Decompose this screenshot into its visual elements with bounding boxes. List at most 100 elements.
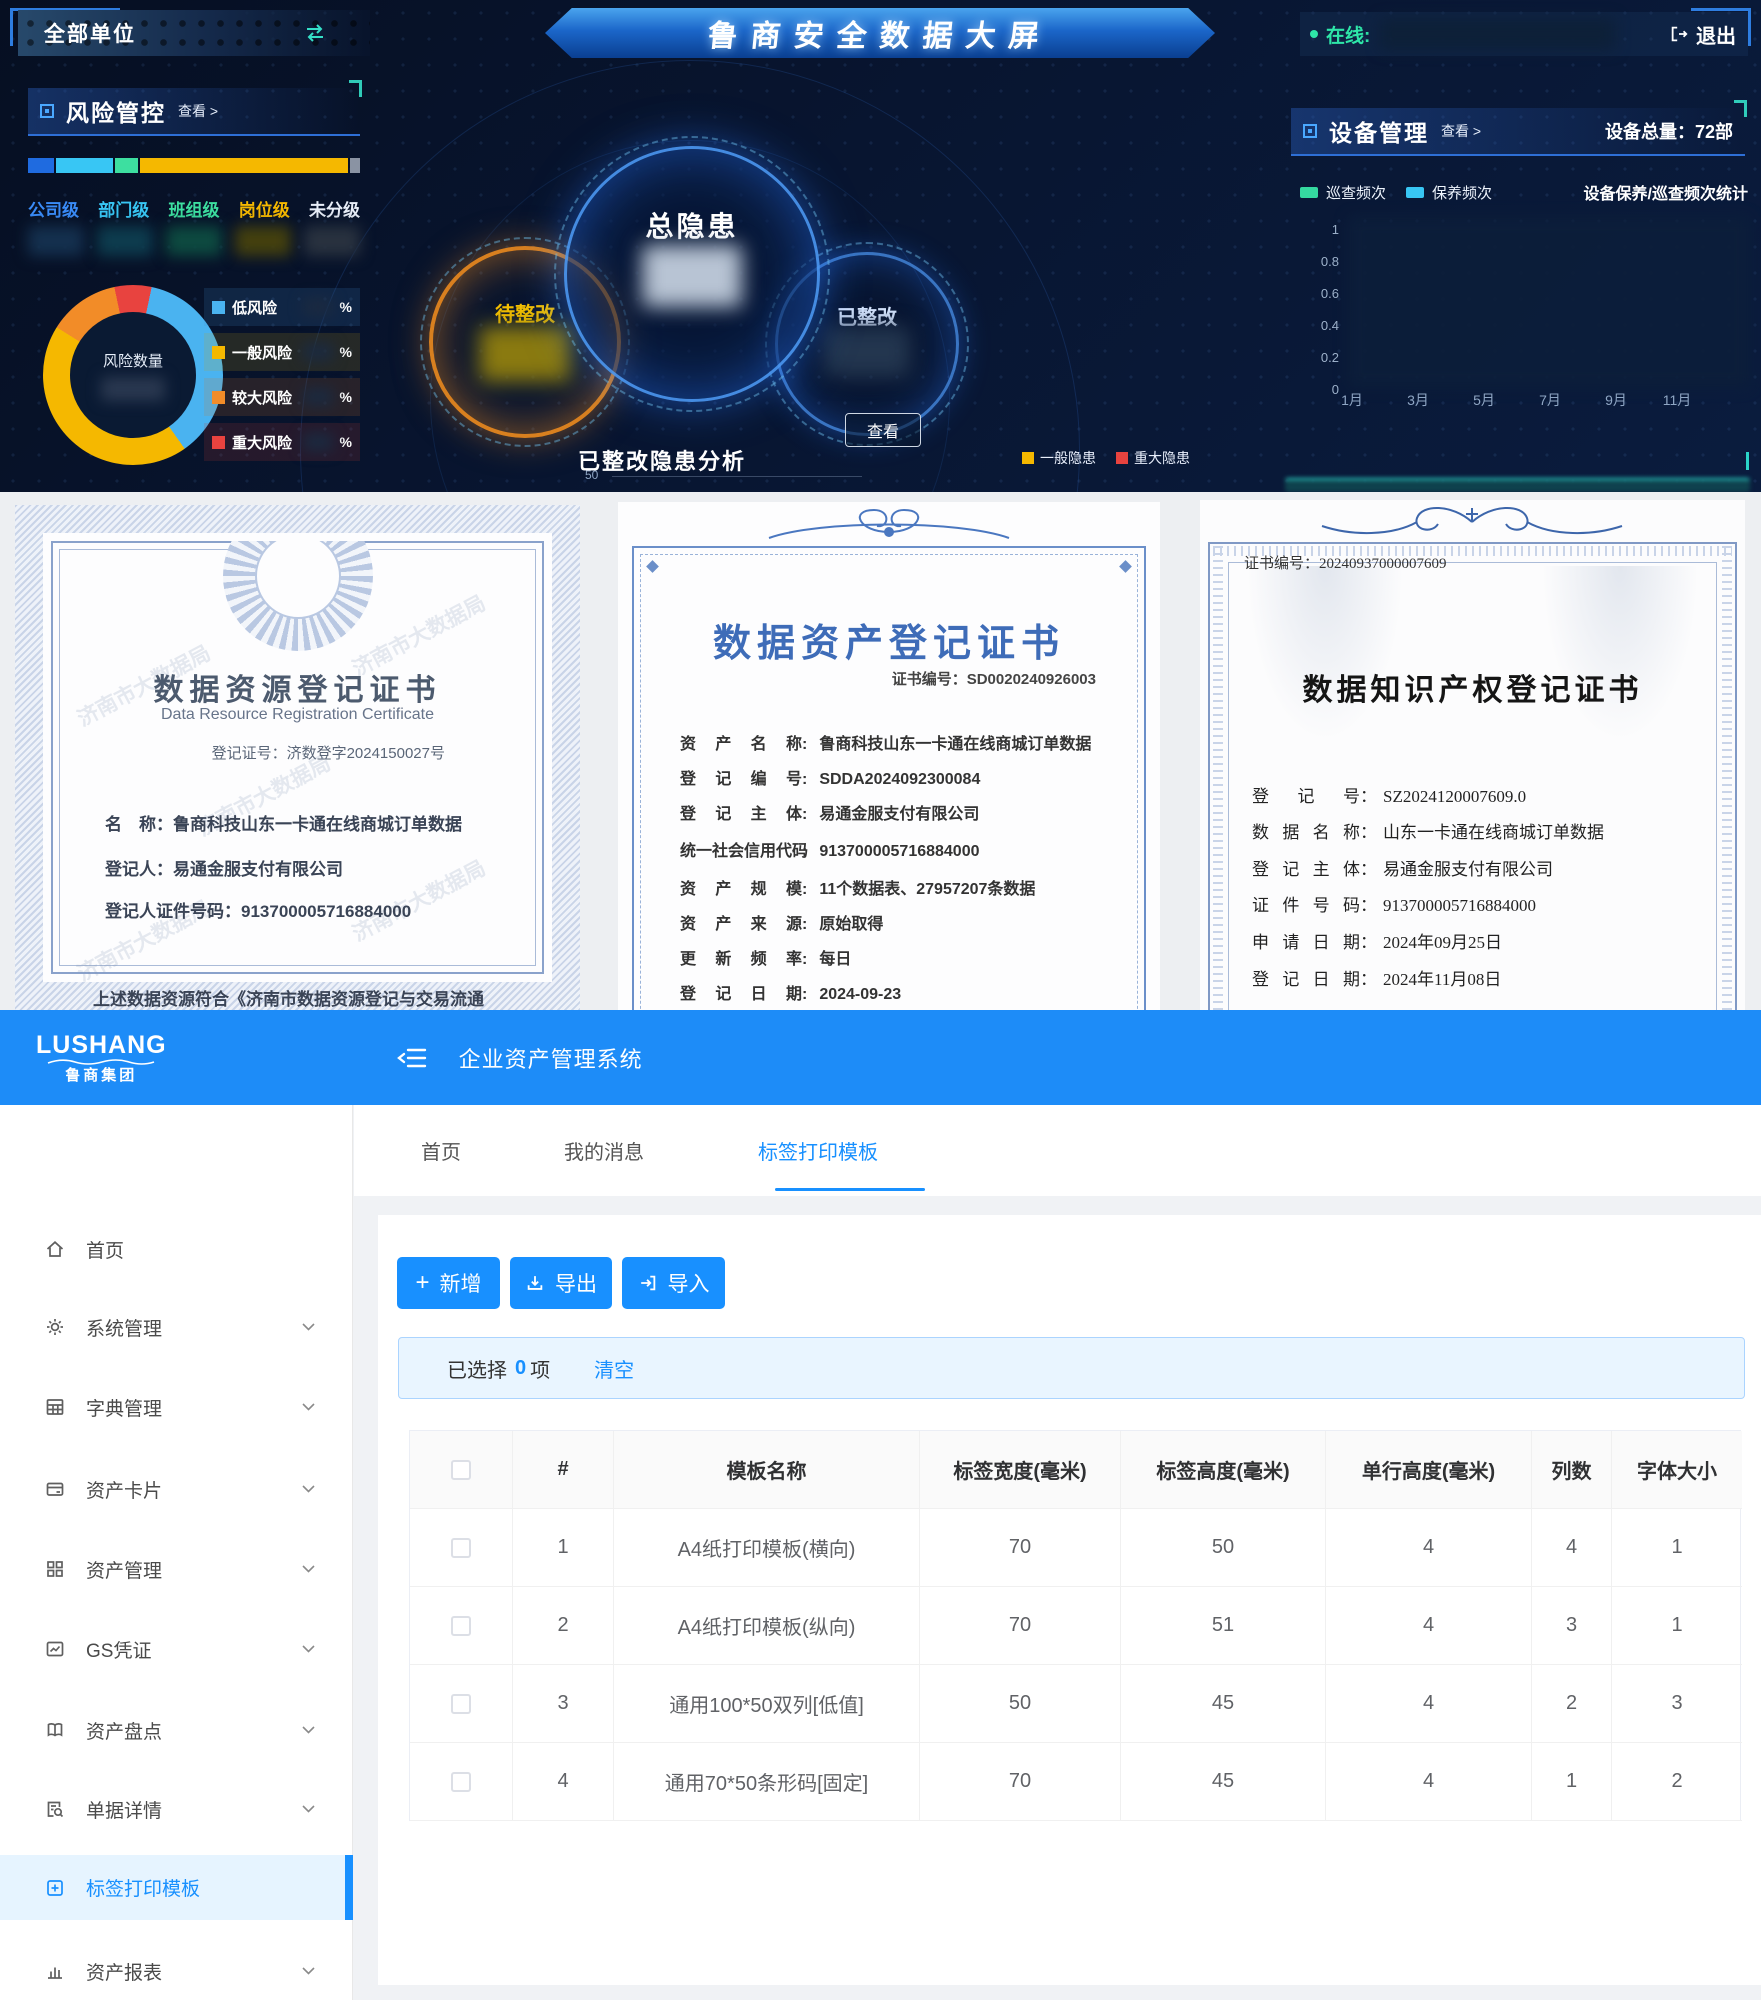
- chevron-down-icon: [302, 1726, 315, 1734]
- open-book-icon: [44, 1718, 68, 1742]
- table-cell: 3: [1532, 1587, 1612, 1665]
- export-button[interactable]: 导出: [510, 1257, 612, 1309]
- tab-dept-level[interactable]: 部门级: [98, 196, 149, 221]
- logout-icon: [1669, 24, 1689, 44]
- sidebar-collapse-icon[interactable]: [397, 1045, 427, 1071]
- sidebar-item-asset-report[interactable]: 资产报表: [0, 1939, 353, 2000]
- device-legend: 巡查频次 保养频次 设备保养/巡查频次统计: [1300, 180, 1748, 204]
- legend-item-major[interactable]: 重大隐患: [1116, 448, 1190, 468]
- blurred-value: [235, 226, 291, 256]
- sidebar-item-system[interactable]: 系统管理: [0, 1295, 353, 1359]
- table-cell: A4纸打印模板(纵向): [614, 1587, 920, 1665]
- risk-view-link[interactable]: 查看 >: [178, 101, 218, 121]
- legend-swatch-maintain: [1406, 187, 1424, 198]
- column-header: 单行高度(毫米): [1326, 1431, 1532, 1509]
- gear-icon: [44, 1315, 68, 1339]
- tab-messages[interactable]: 我的消息: [564, 1105, 644, 1196]
- sidebar-item-doc-detail[interactable]: 单据详情: [0, 1777, 353, 1841]
- tab-label-template[interactable]: 标签打印模板: [758, 1105, 878, 1196]
- app-title: 企业资产管理系统: [459, 1042, 643, 1074]
- certificate-title: 数据资源登记证书: [15, 665, 580, 709]
- blurred-count: [642, 245, 742, 307]
- blurred-count: [479, 326, 571, 382]
- grid-squares-icon: [44, 1557, 68, 1581]
- legend-item-low[interactable]: 低风险 %: [204, 288, 360, 326]
- legend-item-major[interactable]: 重大风险 %: [204, 423, 360, 461]
- cert-row: 登记号：SZ2024120007609.0: [1252, 782, 1526, 807]
- y-tick: 0.2: [1305, 350, 1339, 365]
- data-resource-certificate: 济南市大数据局 济南市大数据局 济南市大数据局 济南市大数据局 济南市大数据局 …: [15, 505, 580, 1010]
- sidebar-item-inventory[interactable]: 资产盘点: [0, 1698, 353, 1762]
- chevron-down-icon: [302, 1403, 315, 1411]
- x-tick: 3月: [1396, 390, 1440, 410]
- device-view-link[interactable]: 查看 >: [1441, 121, 1481, 141]
- tab-company-level[interactable]: 公司级: [28, 196, 79, 221]
- plus-icon: +: [415, 1271, 429, 1295]
- logout-button[interactable]: 退出: [1669, 20, 1736, 49]
- row-checkbox[interactable]: [451, 1538, 471, 1558]
- table-cell: 4: [1326, 1587, 1532, 1665]
- table-cell: 通用100*50双列[低值]: [614, 1665, 920, 1743]
- certificate-title: 数据资产登记证书: [618, 612, 1160, 667]
- cert-row: 数据名称：山东一卡通在线商城订单数据: [1252, 818, 1604, 843]
- table-cell: 70: [920, 1587, 1121, 1665]
- tab-bar: 首页 我的消息 标签打印模板: [354, 1105, 1761, 1196]
- legend-maintain[interactable]: 保养频次: [1432, 182, 1492, 203]
- table-cell: 1: [1612, 1587, 1742, 1665]
- clear-selection-link[interactable]: 清空: [594, 1354, 634, 1383]
- legend-item-general[interactable]: 一般隐患: [1022, 448, 1096, 468]
- asset-management-app: LUSHANG 鲁商集团 企业资产管理系统 首页 系统管理: [0, 1010, 1761, 2000]
- tab-post-level[interactable]: 岗位级: [239, 196, 290, 221]
- certificate-number: 证书编号：20240937000007609: [1244, 552, 1447, 573]
- tab-ungraded-level[interactable]: 未分级: [309, 196, 360, 221]
- legend-item-high[interactable]: 较大风险 %: [204, 378, 360, 416]
- y-tick: 1: [1305, 222, 1339, 237]
- risk-level-tabs: 公司级 部门级 班组级 岗位级 未分级: [28, 196, 360, 221]
- sidebar-item-home[interactable]: 首页: [0, 1217, 353, 1281]
- blurred-value: [304, 226, 360, 256]
- cert-field-registrant: 登记人：易通金服支付有限公司: [105, 855, 343, 880]
- donut-center: 风险数量: [70, 312, 196, 438]
- table-cell: 45: [1121, 1665, 1326, 1743]
- gauge-line: [612, 476, 862, 477]
- column-header: #: [513, 1431, 614, 1509]
- import-icon: [638, 1273, 658, 1293]
- sidebar-item-asset-mgmt[interactable]: 资产管理: [0, 1537, 353, 1601]
- dashboard-view-button[interactable]: 查看: [845, 413, 921, 447]
- table-cell: 50: [920, 1665, 1121, 1743]
- sidebar-item-asset-card[interactable]: 资产卡片: [0, 1457, 353, 1521]
- legend-inspect[interactable]: 巡查频次: [1326, 182, 1386, 203]
- tab-team-level[interactable]: 班组级: [169, 196, 220, 221]
- cert-footnote: 上述数据资源符合《济南市数据资源登记与交易流通: [93, 985, 484, 1010]
- risk-legend: 低风险 % 一般风险 % 较大风险 % 重大风险 %: [204, 288, 360, 468]
- row-checkbox[interactable]: [451, 1772, 471, 1792]
- sidebar-item-dictionary[interactable]: 字典管理: [0, 1375, 353, 1439]
- legend-swatch: [212, 301, 225, 314]
- row-checkbox[interactable]: [451, 1694, 471, 1714]
- certificate-number: 证书编号：SD0020240926003: [892, 668, 1096, 689]
- cert-field-name: 名 称：鲁商科技山东一卡通在线商城订单数据: [105, 810, 462, 835]
- swap-icon[interactable]: [303, 21, 327, 45]
- x-tick: 9月: [1594, 390, 1638, 410]
- data-asset-certificate: 数据资产登记证书 证书编号：SD0020240926003 资产名称:鲁商科技山…: [618, 502, 1160, 1010]
- table-cell: 51: [1121, 1587, 1326, 1665]
- tab-home[interactable]: 首页: [421, 1105, 461, 1196]
- row-checkbox[interactable]: [451, 1616, 471, 1636]
- sidebar-item-gs-voucher[interactable]: GS凭证: [0, 1617, 353, 1681]
- table-cell: 50: [1121, 1509, 1326, 1587]
- y-tick: 0.6: [1305, 286, 1339, 301]
- import-button[interactable]: 导入: [622, 1257, 725, 1309]
- x-tick: 7月: [1528, 390, 1572, 410]
- legend-swatch: [212, 436, 225, 449]
- legend-item-normal[interactable]: 一般风险 %: [204, 333, 360, 371]
- unit-selector[interactable]: 全部单位: [18, 10, 370, 56]
- fold-shadow: [1240, 566, 1410, 756]
- add-button[interactable]: + 新增: [397, 1257, 500, 1309]
- sidebar-item-label-template[interactable]: 标签打印模板: [0, 1855, 353, 1920]
- legend-swatch: [212, 391, 225, 404]
- online-label: 在线:: [1326, 21, 1370, 48]
- table-cell: 45: [1121, 1743, 1326, 1821]
- table-cell: 2: [513, 1587, 614, 1665]
- select-all-checkbox[interactable]: [451, 1460, 471, 1480]
- table-cell: 3: [513, 1665, 614, 1743]
